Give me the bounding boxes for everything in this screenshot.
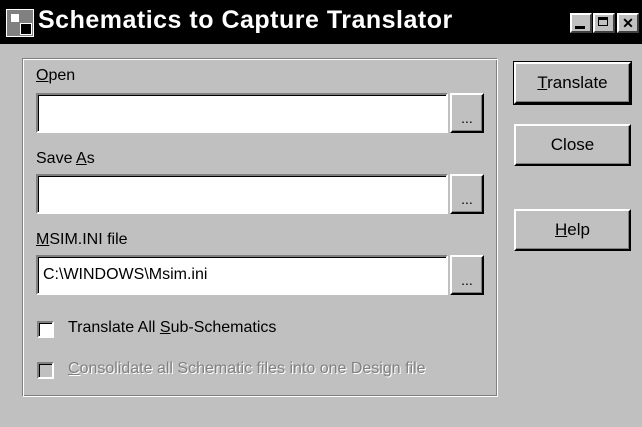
msim-label-text: SIM.INI file (49, 231, 128, 248)
save-as-label: Save As (36, 150, 95, 168)
consolidate-label-rest: onsolidate all Schematic files into one … (79, 360, 426, 377)
consolidate-label: Consolidate all Schematic files into one… (68, 360, 496, 378)
open-label-mnemonic: O (36, 67, 49, 84)
translate-button-text: ranslate (547, 73, 608, 92)
consolidate-label-mnemonic: C (68, 360, 80, 377)
save-as-label-pre: Save (36, 150, 77, 167)
open-label: Open (36, 67, 75, 85)
translate-all-label-pre: Translate All (68, 319, 160, 336)
translator-dialog: Schematics to Capture Translator ✕ Open … (0, 0, 642, 427)
close-window-button[interactable]: ✕ (617, 13, 639, 33)
msim-label-mnemonic: M (36, 231, 50, 248)
maximize-button[interactable] (593, 13, 615, 33)
save-as-label-rest: s (86, 150, 95, 167)
msim-path-input[interactable]: C:\WINDOWS\Msim.ini (36, 255, 448, 295)
open-label-text: pen (48, 67, 76, 84)
save-as-path-input[interactable] (36, 174, 448, 214)
help-button-text: elp (567, 220, 590, 239)
schematic-app-icon[interactable] (6, 9, 34, 37)
translate-button[interactable]: Translate (513, 61, 632, 105)
open-browse-button[interactable]: ... (450, 93, 484, 133)
translate-all-label-mnemonic: S (159, 319, 171, 336)
translate-button-mnemonic: T (537, 73, 548, 92)
minimize-button[interactable] (570, 13, 592, 33)
help-button-mnemonic: H (555, 220, 568, 239)
translate-all-label[interactable]: Translate All Sub-Schematics (68, 319, 276, 337)
window-title: Schematics to Capture Translator (38, 6, 453, 34)
title-bar[interactable]: Schematics to Capture Translator ✕ (0, 0, 642, 44)
consolidate-checkbox (37, 362, 54, 379)
help-button[interactable]: Help (514, 209, 631, 251)
open-path-input[interactable] (36, 93, 448, 133)
translate-all-label-rest: ub-Schematics (170, 319, 277, 336)
save-as-label-mnemonic: A (76, 150, 87, 167)
close-button[interactable]: Close (514, 124, 631, 166)
msim-browse-button[interactable]: ... (450, 255, 484, 295)
msim-label: MSIM.INI file (36, 231, 128, 249)
translate-all-checkbox[interactable] (37, 321, 54, 338)
save-as-browse-button[interactable]: ... (450, 174, 484, 214)
